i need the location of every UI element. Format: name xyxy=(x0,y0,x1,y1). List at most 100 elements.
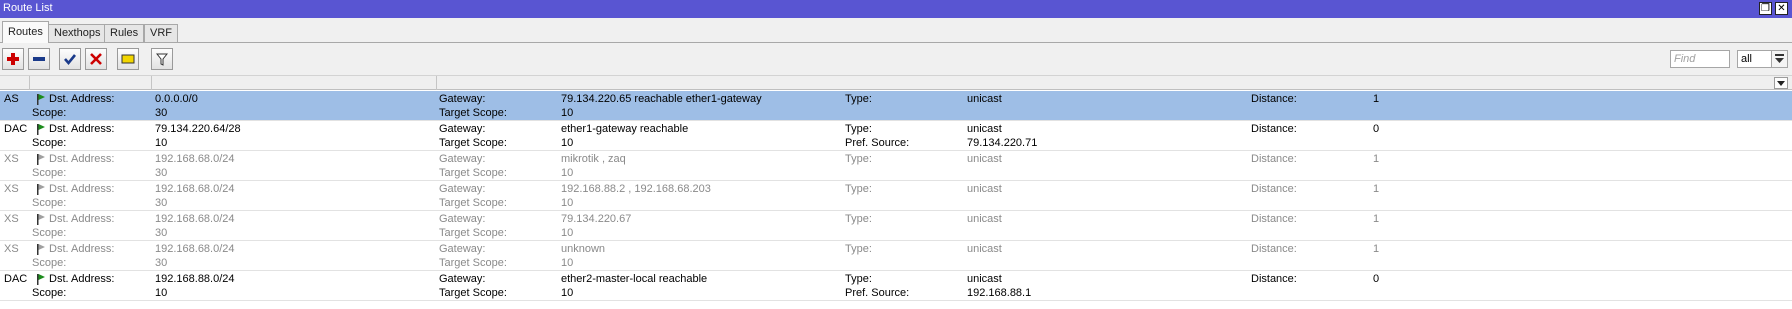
dst-address-label: Dst. Address: xyxy=(49,213,115,225)
distance-label: Distance: xyxy=(1251,93,1297,105)
tab-bar: Routes Nexthops Rules VRF xyxy=(0,20,1792,43)
check-icon xyxy=(64,54,77,66)
type-label: Type: xyxy=(845,183,872,195)
scope-value: 30 xyxy=(155,257,168,269)
tab-routes[interactable]: Routes xyxy=(2,21,49,43)
distance-value: 1 xyxy=(1373,183,1380,195)
table-row[interactable]: DAC Dst. Address: 79.134.220.64/28 Scope: 10… xyxy=(0,121,1792,151)
gateway-label: Gateway: xyxy=(439,123,486,135)
type-label: Type: xyxy=(845,153,872,165)
type-value: unicast xyxy=(967,93,1002,105)
target-scope-value: 10 xyxy=(561,257,574,269)
dst-address-label: Dst. Address: xyxy=(49,273,115,285)
type-value: unicast xyxy=(967,273,1002,285)
dst-address-label: Dst. Address: xyxy=(49,153,115,165)
disable-button[interactable] xyxy=(85,48,107,70)
pref-source-value: 79.134.220.71 xyxy=(967,137,1038,149)
tab-vrf[interactable]: VRF xyxy=(144,24,178,42)
dst-address-value: 192.168.68.0/24 xyxy=(155,243,235,255)
tab-nexthops[interactable]: Nexthops xyxy=(48,24,107,42)
type-label: Type: xyxy=(845,273,872,285)
scope-value: 30 xyxy=(155,107,168,119)
restore-icon[interactable]: ❐ xyxy=(1759,2,1772,15)
type-value: unicast xyxy=(967,243,1002,255)
target-scope-label: Target Scope: xyxy=(439,167,507,179)
add-button[interactable] xyxy=(2,48,24,70)
find-input[interactable]: Find xyxy=(1670,50,1730,68)
table-row[interactable]: XS Dst. Address: 192.168.68.0/24 Scope: 30 Ga… xyxy=(0,181,1792,211)
type-value: unicast xyxy=(967,123,1002,135)
route-table: AS Dst. Address: 0.0.0.0/0 Scope: 30 Gateway:… xyxy=(0,75,1792,309)
scope-label: Scope: xyxy=(32,107,67,119)
header-cell-gateway[interactable] xyxy=(152,76,437,90)
route-flags: XS xyxy=(4,183,19,195)
columns-dropdown-button[interactable] xyxy=(1774,77,1788,89)
gateway-value: ether1-gateway reachable xyxy=(561,123,689,135)
dst-address-value: 0.0.0.0/0 xyxy=(155,93,198,105)
scope-value: 30 xyxy=(155,227,168,239)
scope-label: Scope: xyxy=(32,167,67,179)
distance-label: Distance: xyxy=(1251,123,1297,135)
toolbar: Find all xyxy=(0,45,1792,73)
flag-icon xyxy=(37,184,45,195)
table-row[interactable]: XS Dst. Address: 192.168.68.0/24 Scope: 30 Ga… xyxy=(0,241,1792,271)
distance-value: 1 xyxy=(1373,213,1380,225)
scope-label: Scope: xyxy=(32,227,67,239)
tab-divider xyxy=(0,42,1792,43)
flag-icon xyxy=(37,154,45,165)
flag-icon xyxy=(37,274,45,285)
gateway-value: 79.134.220.65 reachable ether1-gateway xyxy=(561,93,762,105)
target-scope-value: 10 xyxy=(561,227,574,239)
gateway-label: Gateway: xyxy=(439,183,486,195)
table-row[interactable]: XS Dst. Address: 192.168.68.0/24 Scope: 30 Ga… xyxy=(0,211,1792,241)
distance-value: 1 xyxy=(1373,243,1380,255)
scope-value: 30 xyxy=(155,197,168,209)
gateway-value: ether2-master-local reachable xyxy=(561,273,708,285)
filter-button[interactable] xyxy=(151,48,173,70)
target-scope-value: 10 xyxy=(561,107,574,119)
target-scope-label: Target Scope: xyxy=(439,107,507,119)
filter-select[interactable]: all xyxy=(1737,50,1773,68)
table-row[interactable]: XS Dst. Address: 192.168.68.0/24 Scope: 30 Ga… xyxy=(0,151,1792,181)
header-cell-flags[interactable] xyxy=(0,76,30,90)
gateway-value: 192.168.88.2 , 192.168.68.203 xyxy=(561,183,711,195)
dropdown-arrow-icon xyxy=(1775,54,1784,63)
distance-value: 1 xyxy=(1373,93,1380,105)
gateway-value: unknown xyxy=(561,243,606,255)
scope-label: Scope: xyxy=(32,257,67,269)
remove-button[interactable] xyxy=(28,48,50,70)
gateway-value: mikrotik , zaq xyxy=(561,153,626,165)
flag-icon xyxy=(37,244,45,255)
enable-button[interactable] xyxy=(59,48,81,70)
distance-label: Distance: xyxy=(1251,243,1297,255)
distance-label: Distance: xyxy=(1251,153,1297,165)
flag-icon xyxy=(37,214,45,225)
scope-label: Scope: xyxy=(32,137,67,149)
table-row[interactable]: AS Dst. Address: 0.0.0.0/0 Scope: 30 Gateway:… xyxy=(0,91,1792,121)
dst-address-value: 192.168.68.0/24 xyxy=(155,183,235,195)
header-cell-dst[interactable] xyxy=(30,76,152,90)
target-scope-label: Target Scope: xyxy=(439,227,507,239)
route-flags: DAC xyxy=(4,273,28,285)
scope-value: 30 xyxy=(155,167,168,179)
route-flags: AS xyxy=(4,93,19,105)
minus-icon xyxy=(33,57,45,61)
dst-address-label: Dst. Address: xyxy=(49,93,115,105)
gateway-label: Gateway: xyxy=(439,93,486,105)
scope-value: 10 xyxy=(155,137,168,149)
dst-address-value: 192.168.68.0/24 xyxy=(155,153,235,165)
distance-value: 1 xyxy=(1373,153,1380,165)
gateway-label: Gateway: xyxy=(439,243,486,255)
tab-rules[interactable]: Rules xyxy=(104,24,145,42)
close-icon[interactable]: ✕ xyxy=(1775,2,1788,15)
flag-icon xyxy=(37,94,45,105)
gateway-label: Gateway: xyxy=(439,273,486,285)
target-scope-label: Target Scope: xyxy=(439,287,507,299)
title-bar: Route List ❐ ✕ xyxy=(0,0,1792,18)
comment-button[interactable] xyxy=(117,48,139,70)
type-label: Type: xyxy=(845,243,872,255)
target-scope-value: 10 xyxy=(561,167,574,179)
target-scope-label: Target Scope: xyxy=(439,197,507,209)
filter-dropdown-button[interactable] xyxy=(1771,50,1788,68)
table-row[interactable]: DAC Dst. Address: 192.168.88.0/24 Scope: 10 G… xyxy=(0,271,1792,301)
